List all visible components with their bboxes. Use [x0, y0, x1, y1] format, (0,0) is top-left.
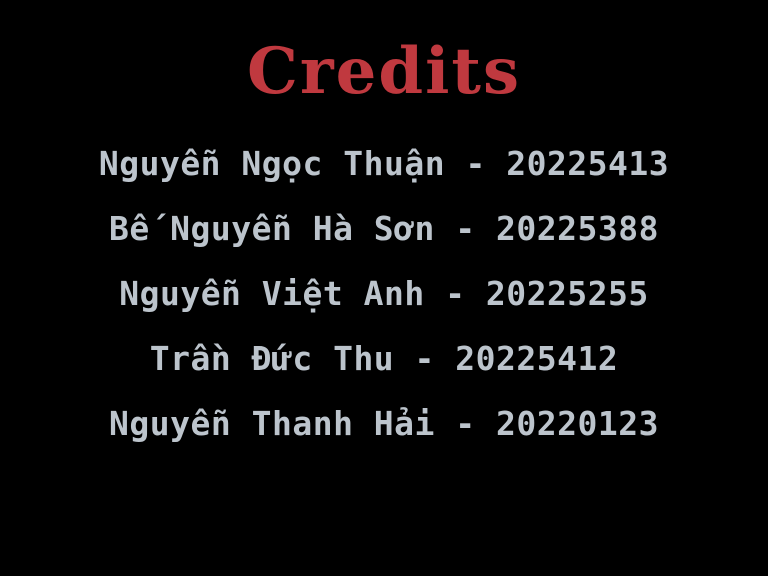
credits-list: Nguyễn Ngọc Thuận - 20225413 Bế Nguyễn H… — [0, 138, 768, 463]
credit-line: Nguyễn Ngọc Thuận - 20225413 — [98, 144, 670, 183]
credits-screen: Credits Nguyễn Ngọc Thuận - 20225413 Bế … — [0, 0, 768, 576]
credit-line: Bế Nguyễn Hà Sơn - 20225388 — [109, 209, 659, 248]
credits-title: Credits — [246, 34, 522, 109]
credit-line: Trần Đức Thu - 20225412 — [149, 339, 619, 378]
credit-line: Nguyễn Thanh Hải - 20220123 — [109, 404, 659, 443]
credit-line: Nguyễn Việt Anh - 20225255 — [119, 274, 649, 313]
